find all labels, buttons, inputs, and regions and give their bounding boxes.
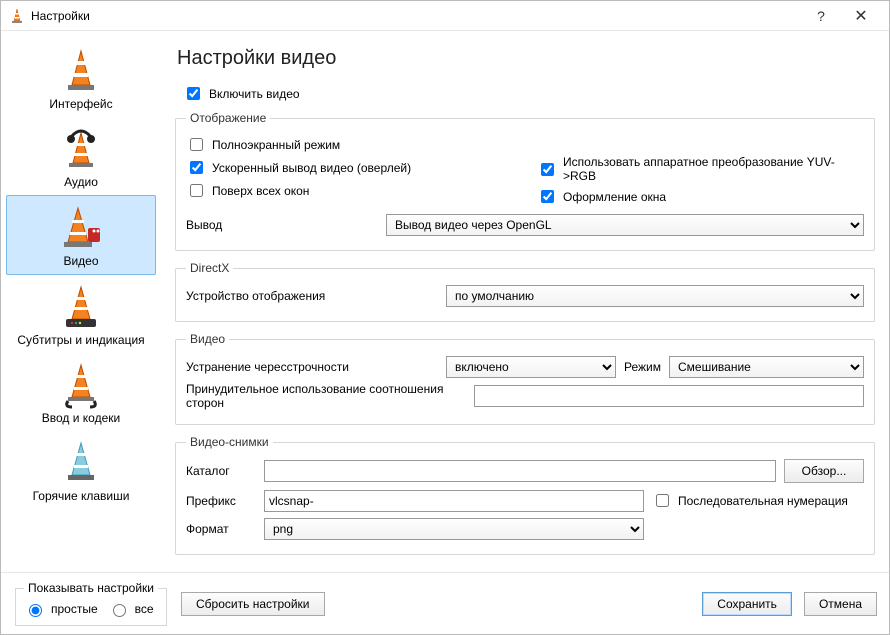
enable-video-checkbox[interactable]: Включить видео <box>183 84 875 103</box>
hw-yuv-rgb-input[interactable] <box>541 163 554 176</box>
sidebar-item-label: Интерфейс <box>49 97 112 111</box>
titlebar: Настройки ? ✕ <box>1 1 889 31</box>
page-title: Настройки видео <box>177 47 875 70</box>
all-radio[interactable]: все <box>108 601 154 617</box>
cone-cables-icon <box>51 357 111 411</box>
deinterlace-mode-select[interactable]: Смешивание <box>669 356 864 378</box>
fullscreen-label: Полноэкранный режим <box>212 138 340 152</box>
main-panel: Настройки видео Включить видео Отображен… <box>161 31 889 572</box>
always-on-top-label: Поверх всех окон <box>212 184 309 198</box>
forced-aspect-input[interactable] <box>474 385 864 407</box>
display-device-select[interactable]: по умолчанию <box>446 285 864 307</box>
directx-group: DirectX Устройство отображения по умолча… <box>175 261 875 322</box>
snapshot-format-label: Формат <box>186 522 256 536</box>
window-decorations-label: Оформление окна <box>563 190 666 204</box>
cone-icon <box>51 43 111 97</box>
sidebar-item-label: Аудио <box>64 175 98 189</box>
simple-radio[interactable]: простые <box>24 601 98 617</box>
window-decorations-input[interactable] <box>541 190 554 203</box>
sidebar-item-video[interactable]: Видео <box>6 195 156 275</box>
cone-film-icon <box>51 200 111 254</box>
overlay-input[interactable] <box>190 161 203 174</box>
reset-button[interactable]: Сбросить настройки <box>181 592 324 616</box>
cone-hotkeys-icon <box>51 435 111 489</box>
footer: Показывать настройки простые все Сбросит… <box>1 572 889 634</box>
hw-yuv-rgb-checkbox[interactable]: Использовать аппаратное преобразование Y… <box>537 155 864 183</box>
display-legend: Отображение <box>186 111 270 125</box>
enable-video-input[interactable] <box>187 87 200 100</box>
sequential-checkbox[interactable]: Последовательная нумерация <box>652 491 848 510</box>
help-button[interactable]: ? <box>801 2 841 30</box>
enable-video-label: Включить видео <box>209 87 300 101</box>
sidebar-item-label: Субтитры и индикация <box>17 333 144 347</box>
window-decorations-checkbox[interactable]: Оформление окна <box>537 187 864 206</box>
video-group: Видео Устранение чересстрочности включен… <box>175 332 875 425</box>
hw-yuv-rgb-label: Использовать аппаратное преобразование Y… <box>563 155 864 183</box>
all-radio-input[interactable] <box>113 604 126 617</box>
always-on-top-input[interactable] <box>190 184 203 197</box>
cone-subtitles-icon <box>51 279 111 333</box>
window-title: Настройки <box>31 9 801 23</box>
simple-radio-input[interactable] <box>29 604 42 617</box>
sidebar-item-subtitles[interactable]: Субтитры и индикация <box>6 275 156 353</box>
settings-window: Настройки ? ✕ Интерфейс Аудио Видео Субт… <box>0 0 890 635</box>
cancel-button[interactable]: Отмена <box>804 592 877 616</box>
display-group: Отображение Полноэкранный режим Ускоренн… <box>175 111 875 251</box>
sidebar-item-audio[interactable]: Аудио <box>6 117 156 195</box>
snapshot-format-select[interactable]: png <box>264 518 644 540</box>
output-label: Вывод <box>186 218 376 232</box>
fullscreen-input[interactable] <box>190 138 203 151</box>
sequential-input[interactable] <box>656 494 669 507</box>
snapshot-prefix-input[interactable] <box>264 490 644 512</box>
show-settings-group: Показывать настройки простые все <box>15 581 167 626</box>
sidebar-item-interface[interactable]: Интерфейс <box>6 39 156 117</box>
snapshot-dir-input[interactable] <box>264 460 776 482</box>
fullscreen-checkbox[interactable]: Полноэкранный режим <box>186 135 513 154</box>
deinterlace-select[interactable]: включено <box>446 356 616 378</box>
display-device-label: Устройство отображения <box>186 289 436 303</box>
always-on-top-checkbox[interactable]: Поверх всех окон <box>186 181 513 200</box>
simple-label: простые <box>51 602 98 616</box>
sidebar-item-label: Горячие клавиши <box>33 489 130 503</box>
video-legend: Видео <box>186 332 229 346</box>
snapshots-group: Видео-снимки Каталог Обзор... Префикс По… <box>175 435 875 555</box>
deinterlace-label: Устранение чересстрочности <box>186 360 436 374</box>
sidebar-item-label: Видео <box>63 254 98 268</box>
directx-legend: DirectX <box>186 261 233 275</box>
overlay-label: Ускоренный вывод видео (оверлей) <box>212 161 411 175</box>
overlay-checkbox[interactable]: Ускоренный вывод видео (оверлей) <box>186 158 513 177</box>
sidebar-item-label: Ввод и кодеки <box>42 411 120 425</box>
show-settings-legend: Показывать настройки <box>24 581 158 595</box>
deinterlace-mode-label: Режим <box>624 360 661 374</box>
save-button[interactable]: Сохранить <box>702 592 792 616</box>
snapshots-legend: Видео-снимки <box>186 435 273 449</box>
output-select[interactable]: Вывод видео через OpenGL <box>386 214 864 236</box>
browse-button[interactable]: Обзор... <box>784 459 864 483</box>
snapshot-dir-label: Каталог <box>186 464 256 478</box>
sidebar-item-input-codecs[interactable]: Ввод и кодеки <box>6 353 156 431</box>
all-label: все <box>135 602 154 616</box>
snapshot-prefix-label: Префикс <box>186 494 256 508</box>
sequential-label: Последовательная нумерация <box>678 494 848 508</box>
close-button[interactable]: ✕ <box>841 2 881 30</box>
cone-headphones-icon <box>51 121 111 175</box>
sidebar: Интерфейс Аудио Видео Субтитры и индикац… <box>1 31 161 572</box>
vlc-cone-icon <box>9 8 25 24</box>
forced-aspect-label: Принудительное использование соотношения… <box>186 382 464 410</box>
sidebar-item-hotkeys[interactable]: Горячие клавиши <box>6 431 156 509</box>
